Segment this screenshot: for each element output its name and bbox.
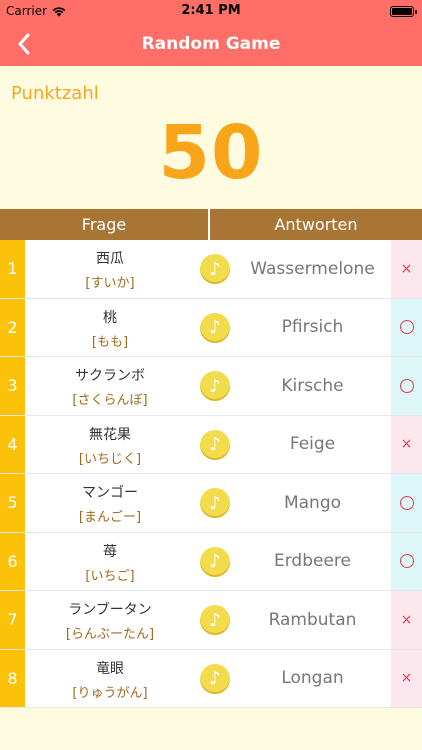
wrong-mark-icon: × [391,240,422,298]
header-question: Frage [0,209,210,240]
question-reading: [りゅうがん] [72,685,148,701]
question-word: サクランボ [75,368,145,384]
music-note-icon: ♪ [209,258,221,280]
question-word: 西瓜 [96,251,124,267]
row-number: 1 [0,240,25,298]
result-row: 8 竜眼 [りゅうがん] ♪ Longan × [0,649,422,708]
result-row: 5 マンゴー [まんごー] ♪ Mango [0,474,422,533]
play-sound-button[interactable]: ♪ [200,663,230,694]
score-value: 50 [158,110,264,196]
row-number: 5 [0,474,25,532]
play-sound-button[interactable]: ♪ [200,312,230,343]
play-sound-button[interactable]: ♪ [200,254,230,284]
correct-mark-icon [391,532,422,590]
question-word: 桃 [103,309,117,326]
status-bar: Carrier 2:41 PM [0,0,422,22]
battery-icon [390,6,417,17]
play-sound-button[interactable]: ♪ [200,371,230,401]
play-sound-button[interactable]: ♪ [200,488,230,518]
answer-text: Mango [283,492,342,513]
row-number: 7 [0,591,25,649]
answer-text: Wassermelone [250,258,375,279]
result-row: 2 桃 [もも] ♪ Pfirsich [0,298,422,357]
result-row: 7 ランブータン [らんぶーたん] ♪ Rambutan × [0,591,422,650]
row-number: 3 [0,357,25,415]
music-note-icon: ♪ [209,551,221,572]
navigation-bar: Random Game [0,22,422,66]
question-reading: [いちご] [85,568,135,584]
question-word: 無花果 [89,426,131,443]
music-note-icon: ♪ [209,375,221,397]
question-reading: [まんごー] [78,510,142,525]
wrong-mark-icon: × [391,591,422,649]
correct-mark-icon [391,357,422,415]
question-word: ランブータン [68,602,152,618]
result-row: 1 西瓜 [すいか] ♪ Wassermelone × [0,240,422,299]
music-note-icon: ♪ [209,492,221,514]
answer-text: Pfirsich [281,317,344,338]
score-label: Punktzahl [11,83,99,104]
question-reading: [もも] [91,334,129,350]
wrong-mark-icon: × [391,415,422,473]
question-word: 竜眼 [96,660,124,677]
result-row: 3 サクランボ [さくらんぼ] ♪ Kirsche [0,357,422,416]
results-list: 1 西瓜 [すいか] ♪ Wassermelone × 2 桃 [もも] ♪ P… [0,240,422,708]
answer-text: Feige [289,434,336,455]
correct-mark-icon [391,298,422,356]
question-reading: [すいか] [85,276,135,291]
answer-text: Kirsche [281,375,344,396]
music-note-icon: ♪ [209,317,221,338]
result-row: 6 苺 [いちご] ♪ Erdbeere [0,532,422,591]
question-word: 苺 [103,543,117,560]
result-row: 4 無花果 [いちじく] ♪ Feige × [0,415,422,474]
header-answers: Antworten [274,215,358,234]
row-number: 8 [0,649,25,707]
play-sound-button[interactable]: ♪ [200,546,230,577]
correct-mark-icon [391,474,422,532]
play-sound-button[interactable]: ♪ [200,429,230,460]
row-number: 6 [0,532,25,590]
answer-text: Erdbeere [273,551,351,572]
question-reading: [らんぶーたん] [65,627,155,642]
play-sound-button[interactable]: ♪ [200,605,230,635]
music-note-icon: ♪ [209,434,221,455]
wrong-mark-icon: × [391,649,422,707]
music-note-icon: ♪ [209,609,221,631]
row-number: 4 [0,415,25,473]
answer-text: Longan [281,668,344,689]
question-reading: [さくらんぼ] [72,393,148,408]
question-reading: [いちじく] [78,451,142,467]
status-time: 2:41 PM [181,3,241,18]
question-word: マンゴー [82,485,138,501]
row-number: 2 [0,298,25,356]
answer-text: Rambutan [268,609,357,630]
music-note-icon: ♪ [209,668,221,689]
table-header: Frage Antworten [0,209,422,240]
page-title: Random Game [141,34,281,54]
